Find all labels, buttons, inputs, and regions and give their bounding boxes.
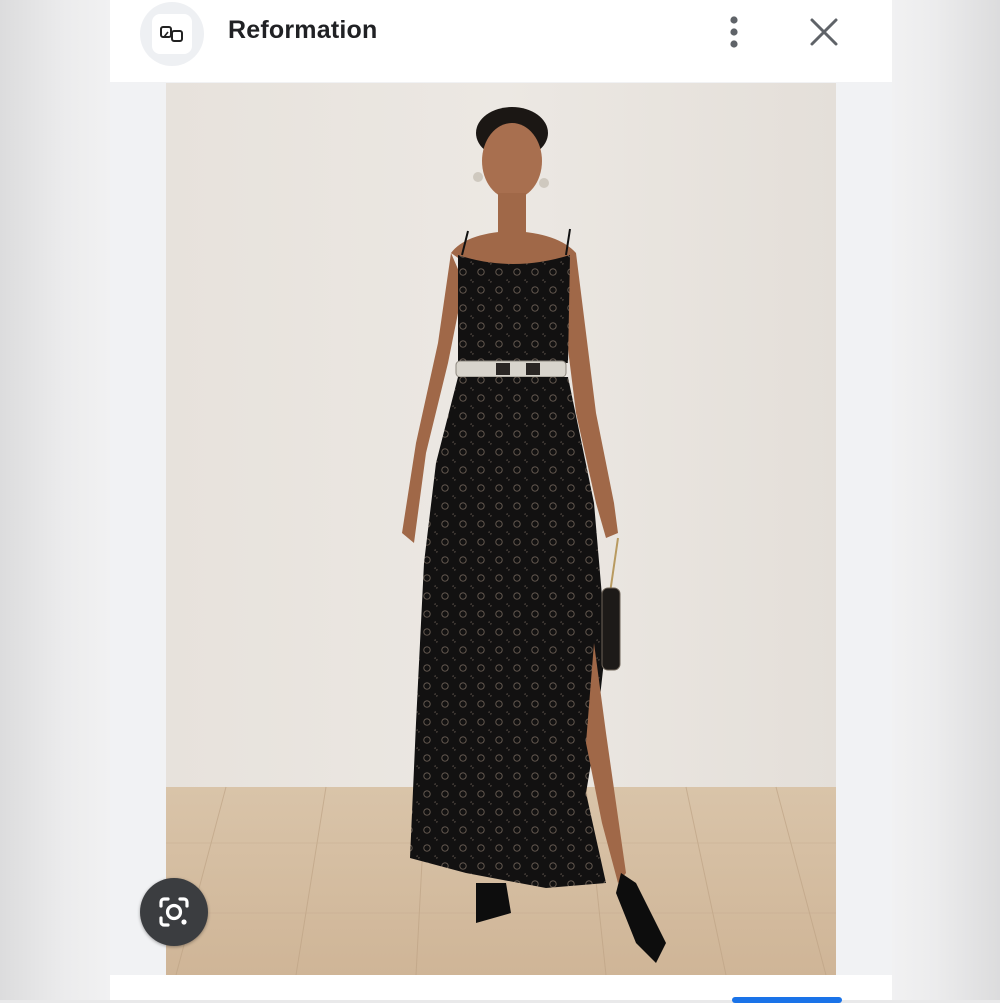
more-vert-icon bbox=[730, 16, 738, 48]
google-lens-button[interactable] bbox=[140, 878, 208, 946]
viewer-header: Reformation bbox=[110, 0, 892, 82]
image-viewer-panel: Reformation bbox=[110, 0, 892, 1003]
product-photo bbox=[166, 83, 836, 975]
bottom-action-pill[interactable] bbox=[732, 997, 842, 1003]
site-favicon[interactable] bbox=[140, 2, 204, 66]
left-blurred-background bbox=[0, 0, 110, 1000]
close-button[interactable] bbox=[804, 12, 844, 52]
close-icon bbox=[810, 18, 838, 46]
reformation-logo-icon bbox=[152, 14, 192, 54]
site-title[interactable]: Reformation bbox=[228, 16, 377, 45]
right-blurred-background bbox=[892, 0, 1000, 1000]
product-image[interactable] bbox=[166, 83, 836, 975]
google-lens-icon bbox=[159, 897, 189, 927]
more-options-button[interactable] bbox=[714, 12, 754, 52]
